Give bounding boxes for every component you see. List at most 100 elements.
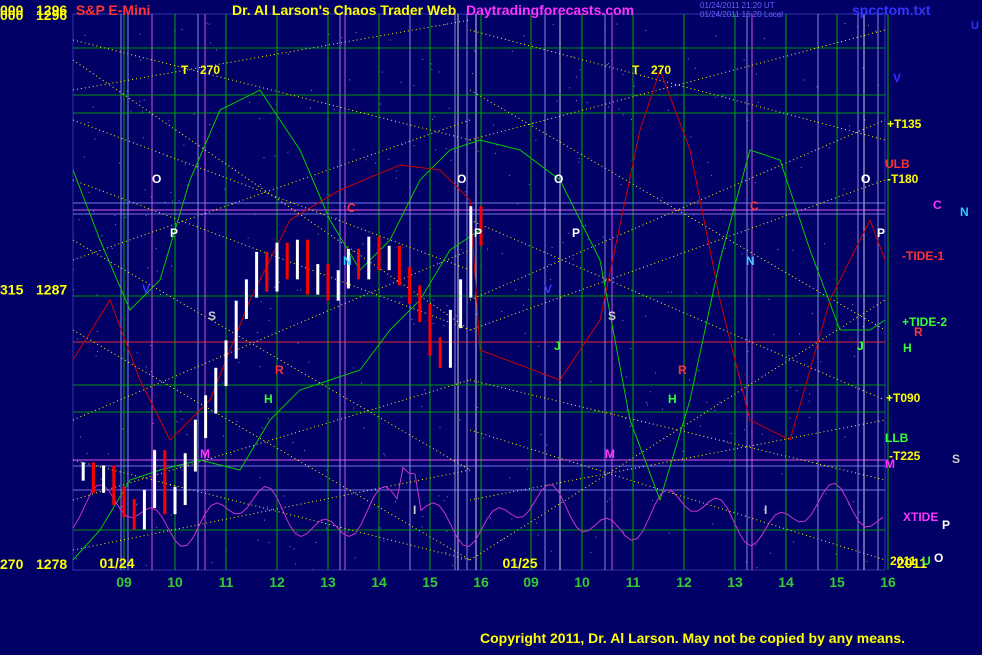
star-dot (145, 366, 147, 368)
star-dot (383, 453, 385, 454)
star-dot (743, 429, 745, 431)
star-dot (411, 318, 413, 320)
x-tick-label: 13 (727, 574, 743, 590)
star-dot (114, 214, 116, 216)
star-dot (714, 96, 716, 98)
star-dot (430, 63, 432, 65)
star-dot (155, 248, 157, 250)
right-annotation-label: H (903, 341, 912, 355)
star-dot (695, 292, 697, 294)
top-left-code: 000 (0, 2, 24, 18)
star-dot (509, 477, 511, 479)
star-dot (300, 289, 301, 291)
star-dot (540, 434, 542, 435)
star-dot (773, 334, 775, 336)
star-dot (550, 279, 551, 281)
date-label: 01/25 (502, 555, 537, 571)
star-dot (209, 124, 211, 125)
x-tick-label: 15 (422, 574, 438, 590)
star-dot (83, 156, 85, 158)
star-dot (864, 119, 866, 121)
star-dot (97, 351, 98, 352)
star-dot (820, 361, 822, 363)
y-axis-code: 315 (0, 282, 24, 298)
star-dot (546, 444, 548, 446)
star-dot (477, 150, 479, 152)
star-dot (413, 145, 415, 147)
star-dot (868, 24, 869, 26)
star-dot (142, 111, 144, 113)
star-dot (853, 501, 855, 503)
star-dot (528, 183, 530, 185)
star-dot (115, 224, 116, 226)
star-dot (287, 151, 289, 153)
star-dot (501, 253, 503, 254)
star-dot (859, 511, 861, 513)
cycle-marker: O (152, 172, 161, 186)
star-dot (472, 73, 473, 74)
instrument-name: S&P E-Mini (76, 2, 151, 18)
star-dot (576, 76, 578, 78)
star-dot (395, 501, 396, 503)
star-dot (434, 116, 436, 118)
star-dot (329, 194, 331, 196)
star-dot (362, 243, 364, 245)
star-dot (730, 433, 732, 435)
star-dot (446, 496, 448, 498)
star-dot (230, 454, 232, 456)
star-dot (844, 23, 846, 24)
star-dot (808, 400, 810, 402)
star-dot (862, 67, 864, 69)
chart-svg: 000 1296 315 1287 270 1278 09 10 11 12 13 14 15 16 09 1… (0, 0, 982, 650)
star-dot (172, 200, 174, 202)
star-dot (714, 409, 716, 411)
star-dot (682, 450, 684, 452)
star-dot (268, 541, 270, 543)
site-link[interactable]: Daytradingforecasts.com (466, 2, 634, 18)
star-dot (122, 428, 124, 430)
star-dot (587, 239, 589, 241)
star-dot (210, 42, 211, 44)
right-annotation-label: +TIDE-2 (902, 315, 947, 329)
star-dot (400, 296, 402, 298)
star-dot (147, 267, 149, 269)
star-dot (264, 519, 265, 521)
star-dot (78, 219, 80, 221)
star-dot (92, 106, 94, 108)
star-dot (649, 391, 651, 393)
star-dot (95, 355, 97, 357)
x-tick-label: 14 (371, 574, 387, 590)
star-dot (317, 233, 319, 235)
star-dot (168, 120, 170, 122)
cycle-marker: O (861, 172, 870, 186)
star-dot (142, 137, 144, 139)
x-tick-label: 11 (626, 574, 641, 590)
star-dot (143, 99, 145, 101)
star-dot (144, 189, 146, 191)
star-dot (455, 315, 457, 317)
star-dot (413, 85, 415, 86)
star-dot (87, 122, 89, 124)
right-annotation-label: +T090 (886, 391, 921, 405)
star-dot (283, 495, 285, 497)
star-dot (493, 124, 495, 126)
star-dot (443, 325, 445, 327)
star-dot (446, 305, 448, 307)
star-dot (729, 461, 731, 463)
star-dot (459, 419, 461, 421)
star-dot (585, 225, 586, 227)
chart-root: 000 1296 315 1287 270 1278 09 10 11 12 13 14 15 16 09 1… (0, 0, 982, 650)
star-dot (608, 62, 609, 64)
star-dot (263, 157, 265, 158)
star-dot (823, 243, 825, 245)
right-annotation-label: P (942, 518, 950, 532)
cycle-marker: I (764, 503, 767, 517)
star-dot (722, 95, 724, 97)
star-dot (789, 417, 791, 419)
star-dot (381, 71, 383, 73)
star-dot (353, 149, 355, 150)
star-dot (790, 386, 791, 388)
cycle-marker: R (678, 363, 687, 377)
star-dot (247, 237, 249, 239)
star-dot (349, 79, 350, 81)
